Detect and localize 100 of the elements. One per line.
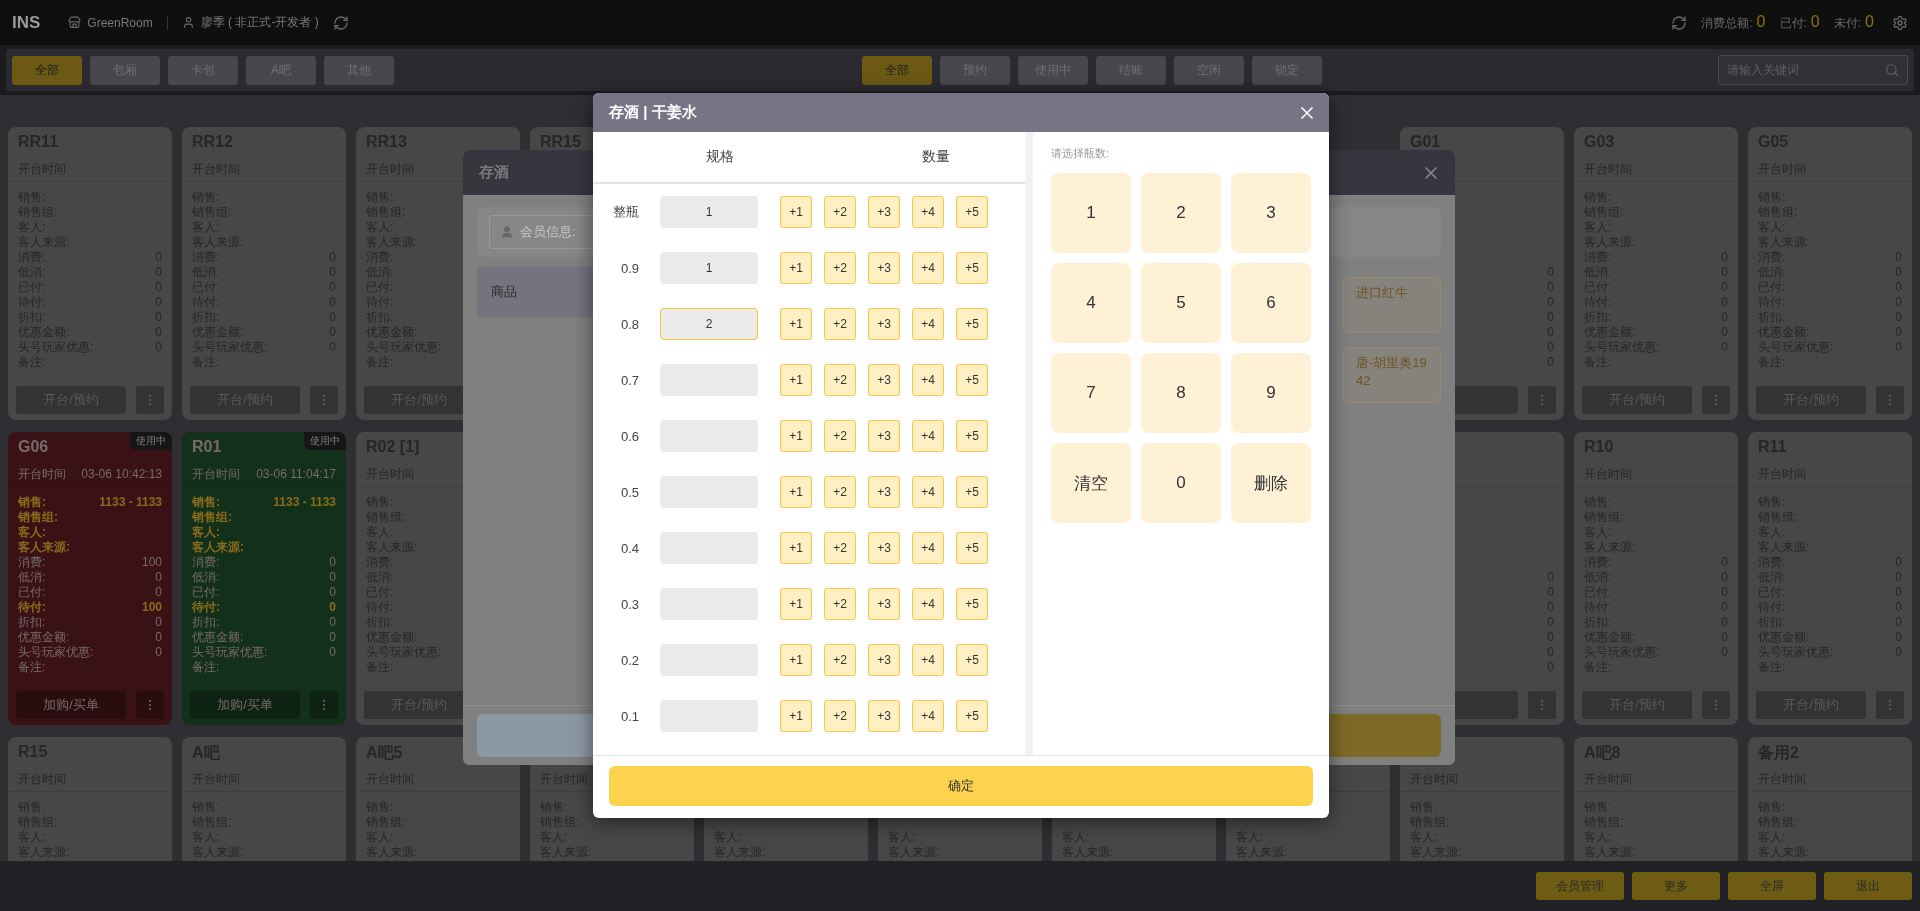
field-value: 0: [155, 585, 162, 600]
increment-button[interactable]: +3: [868, 420, 900, 452]
keypad-key[interactable]: 1: [1051, 173, 1131, 253]
field-label: 销售组:: [18, 510, 58, 525]
field-label: 待付:: [18, 600, 46, 615]
increment-button[interactable]: +5: [956, 196, 988, 228]
increment-button[interactable]: +3: [868, 532, 900, 564]
increment-button[interactable]: +2: [824, 476, 856, 508]
field-label: 消费:: [18, 555, 46, 570]
increment-button[interactable]: +1: [780, 364, 812, 396]
increment-button[interactable]: +1: [780, 308, 812, 340]
keypad-key[interactable]: 7: [1051, 353, 1131, 433]
keypad-key[interactable]: 3: [1231, 173, 1311, 253]
keypad-key[interactable]: 2: [1141, 173, 1221, 253]
quantity-field[interactable]: 1: [660, 252, 758, 284]
increment-button[interactable]: +3: [868, 364, 900, 396]
increment-button[interactable]: +2: [824, 532, 856, 564]
increment-button[interactable]: +4: [912, 196, 944, 228]
increment-button[interactable]: +3: [868, 252, 900, 284]
increment-button[interactable]: +5: [956, 476, 988, 508]
field-value: 1133 - 1133: [273, 495, 336, 510]
increment-button[interactable]: +5: [956, 364, 988, 396]
field-value: 100: [141, 600, 162, 615]
increment-button[interactable]: +1: [780, 700, 812, 732]
increment-button[interactable]: +2: [824, 364, 856, 396]
more-icon[interactable]: [1528, 691, 1556, 719]
open-time-value: 03-06 10:42:13: [81, 467, 162, 481]
dialog-title: 存酒: [479, 163, 509, 182]
keypad-key[interactable]: 4: [1051, 263, 1131, 343]
increment-button[interactable]: +4: [912, 644, 944, 676]
more-icon[interactable]: [136, 691, 164, 719]
increment-button[interactable]: +4: [912, 364, 944, 396]
increment-button[interactable]: +2: [824, 252, 856, 284]
increment-button[interactable]: +1: [780, 532, 812, 564]
field-label: 头号玩家优惠:: [18, 645, 94, 660]
field-value: 0: [329, 570, 336, 585]
quantity-field[interactable]: 1: [660, 196, 758, 228]
field-label: 折扣:: [18, 615, 46, 630]
field-value: 0: [155, 615, 162, 630]
increment-button[interactable]: +2: [824, 420, 856, 452]
increment-button[interactable]: +2: [824, 700, 856, 732]
increment-button[interactable]: +5: [956, 644, 988, 676]
increment-button[interactable]: +1: [780, 420, 812, 452]
increment-button[interactable]: +4: [912, 700, 944, 732]
increment-button[interactable]: +1: [780, 644, 812, 676]
increment-button[interactable]: +5: [956, 252, 988, 284]
increment-button[interactable]: +5: [956, 532, 988, 564]
increment-button[interactable]: +2: [824, 644, 856, 676]
increment-button[interactable]: +3: [868, 700, 900, 732]
increment-button[interactable]: +1: [780, 252, 812, 284]
more-icon[interactable]: [310, 691, 338, 719]
quantity-field[interactable]: 2: [660, 308, 758, 340]
increment-button[interactable]: +1: [780, 196, 812, 228]
increment-button[interactable]: +5: [956, 700, 988, 732]
settings-icon[interactable]: [1892, 14, 1908, 31]
spec-label: 0.8: [619, 316, 639, 332]
increment-button[interactable]: +5: [956, 420, 988, 452]
increment-button[interactable]: +3: [868, 644, 900, 676]
increment-button[interactable]: +3: [868, 588, 900, 620]
increment-button[interactable]: +3: [868, 196, 900, 228]
status-badge: 使用中: [130, 432, 172, 450]
more-icon[interactable]: [1702, 386, 1730, 414]
field-label: 客人:: [18, 525, 46, 540]
increment-button[interactable]: +2: [824, 308, 856, 340]
confirm-button[interactable]: 确定: [609, 766, 1313, 806]
field-label: 客人:: [192, 525, 220, 540]
more-icon[interactable]: [1528, 386, 1556, 414]
more-icon[interactable]: [1876, 691, 1904, 719]
increment-button[interactable]: +5: [956, 308, 988, 340]
more-icon[interactable]: [1702, 691, 1730, 719]
field-value: 0: [329, 615, 336, 630]
increment-button[interactable]: +4: [912, 308, 944, 340]
increment-button[interactable]: +4: [912, 420, 944, 452]
keypad-key[interactable]: 9: [1231, 353, 1311, 433]
more-icon[interactable]: [1876, 386, 1904, 414]
increment-button[interactable]: +2: [824, 196, 856, 228]
refresh-icon[interactable]: [1671, 14, 1688, 31]
increment-button[interactable]: +3: [868, 476, 900, 508]
increment-button[interactable]: +4: [912, 588, 944, 620]
refresh-icon[interactable]: [332, 14, 349, 31]
keypad-key[interactable]: 删除: [1231, 443, 1311, 523]
keypad-key[interactable]: 8: [1141, 353, 1221, 433]
increment-button[interactable]: +4: [912, 252, 944, 284]
increment-button[interactable]: +4: [912, 476, 944, 508]
keypad-key[interactable]: 6: [1231, 263, 1311, 343]
person-icon: [500, 225, 514, 239]
keypad-key[interactable]: 清空: [1051, 443, 1131, 523]
increment-button[interactable]: +5: [956, 588, 988, 620]
increment-button[interactable]: +4: [912, 532, 944, 564]
increment-button[interactable]: +3: [868, 308, 900, 340]
keypad-key[interactable]: 5: [1141, 263, 1221, 343]
increment-button[interactable]: +1: [780, 476, 812, 508]
more-icon[interactable]: [136, 386, 164, 414]
keypad-key[interactable]: 0: [1141, 443, 1221, 523]
increment-button[interactable]: +2: [824, 588, 856, 620]
field-value: 0: [329, 645, 336, 660]
more-icon[interactable]: [310, 386, 338, 414]
increment-button[interactable]: +1: [780, 588, 812, 620]
open-room-button[interactable]: 加购/买单: [16, 691, 126, 719]
spec-label: 0.4: [619, 540, 639, 556]
